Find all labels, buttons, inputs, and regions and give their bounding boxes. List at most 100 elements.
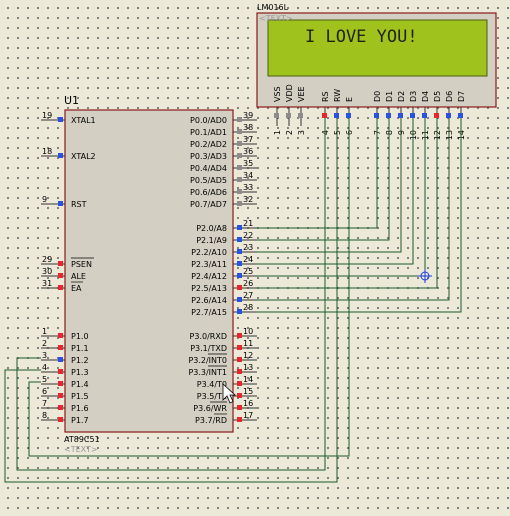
lcd-pin-1-number: 1 xyxy=(273,130,282,135)
mcu-pin-19-label: XTAL1 xyxy=(71,116,96,125)
lcd-pin-11-state xyxy=(422,113,427,118)
mcu-pin-3-state xyxy=(58,357,63,362)
lcd-pin-8-state xyxy=(386,113,391,118)
mcu-pin-5-state xyxy=(58,381,63,386)
mcu-pin-30-number: 30 xyxy=(42,267,52,276)
mcu-pin-12-number: 12 xyxy=(243,351,253,360)
mcu-pin-28-label: P2.7/A15 xyxy=(191,308,227,317)
mcu-pin-24-state xyxy=(237,261,242,266)
mcu-pin-21-label: P2.0/A8 xyxy=(196,224,227,233)
lcd-pin-2-number: 2 xyxy=(285,130,294,135)
mcu-pin-2-state xyxy=(58,345,63,350)
wire-p26-d6[interactable] xyxy=(257,118,450,301)
lcd-pin-13-label: D6 xyxy=(445,91,454,102)
lcd-pin-14-label: D7 xyxy=(457,91,466,102)
mcu-pin-2-number: 2 xyxy=(42,339,47,348)
lcd-pin-3-number: 3 xyxy=(297,130,306,135)
mcu-pin-35-state xyxy=(237,165,242,170)
mcu-pin-32-state xyxy=(237,201,242,206)
mcu-pin-29-number: 29 xyxy=(42,255,52,264)
mcu-pin-11-label: P3.1/TXD xyxy=(190,344,227,353)
mcu-pin-7-state xyxy=(58,405,63,410)
lcd-pin-4-state xyxy=(322,113,327,118)
mcu-pin-14-label: P3.4/T0 xyxy=(197,380,227,389)
mcu-pin-11-number: 11 xyxy=(243,339,253,348)
mcu-pin-9-state xyxy=(58,201,63,206)
mcu-pin-39-label: P0.0/AD0 xyxy=(190,116,227,125)
schematic-canvas[interactable]: U1 AT89C51 <TEXT> 19XTAL118XTAL29RST29PS… xyxy=(0,0,510,516)
lcd-pin-12-label: D5 xyxy=(433,91,442,102)
wire-p23-d3[interactable] xyxy=(257,118,414,265)
mcu-pin-5-label: P1.4 xyxy=(71,380,89,389)
wire-p21-d1[interactable] xyxy=(257,118,390,241)
lcd-pin-8-label: D1 xyxy=(385,91,394,102)
mcu-pin-30-label: ALE xyxy=(71,272,86,281)
mcu-pin-30-state xyxy=(58,273,63,278)
mcu-pin-12-label: P3.2/INT0 xyxy=(188,356,227,365)
mcu-pin-15-number: 15 xyxy=(243,387,253,396)
mcu-pin-19-number: 19 xyxy=(42,111,52,120)
mcu-pin-1-number: 1 xyxy=(42,327,47,336)
mcu-pin-37-number: 37 xyxy=(243,135,253,144)
lcd-pin-10-label: D3 xyxy=(409,91,418,102)
mcu-pin-17-state xyxy=(237,417,242,422)
mcu-pin-22-label: P2.1/A9 xyxy=(196,236,227,245)
mcu-pin-8-number: 8 xyxy=(42,411,47,420)
mcu-pin-23-label: P2.2/A10 xyxy=(191,248,227,257)
mcu-pin-25-label: P2.4/A12 xyxy=(191,272,227,281)
lcd-pin-1-label: VSS xyxy=(273,86,282,102)
mcu-pin-37-label: P0.2/AD2 xyxy=(190,140,227,149)
mcu-u1[interactable]: U1 AT89C51 <TEXT> 19XTAL118XTAL29RST29PS… xyxy=(41,94,257,454)
mcu-pin-34-state xyxy=(237,177,242,182)
mcu-pin-21-number: 21 xyxy=(243,219,253,228)
mcu-pin-6-number: 6 xyxy=(42,387,47,396)
lcd-pin-2-label: VDD xyxy=(285,84,294,102)
mcu-pin-21-state xyxy=(237,225,242,230)
mcu-pin-25-number: 25 xyxy=(243,267,253,276)
mcu-pin-22-state xyxy=(237,237,242,242)
lcd-pin-3-state xyxy=(298,113,303,118)
mcu-pin-4-label: P1.3 xyxy=(71,368,89,377)
mcu-pin-19-state xyxy=(58,117,63,122)
wire-p25-d5[interactable] xyxy=(257,118,438,289)
mcu-pin-18-state xyxy=(58,153,63,158)
mcu-pin-24-number: 24 xyxy=(243,255,253,264)
lcd-pin-14-state xyxy=(458,113,463,118)
mcu-pin-18-label: XTAL2 xyxy=(71,152,96,161)
wire-p22-d2[interactable] xyxy=(257,118,402,253)
mcu-pin-31-label: EA xyxy=(71,284,82,293)
mcu-pin-16-state xyxy=(237,405,242,410)
mcu-pin-26-label: P2.5/A13 xyxy=(191,284,227,293)
mcu-pin-12-state xyxy=(237,357,242,362)
mcu-pin-3-number: 3 xyxy=(42,351,47,360)
mcu-pin-2-label: P1.1 xyxy=(71,344,89,353)
mcu-pin-8-state xyxy=(58,417,63,422)
mcu-pin-35-number: 35 xyxy=(243,159,253,168)
lcd-pin-13-state xyxy=(446,113,451,118)
mcu-pin-27-state xyxy=(237,297,242,302)
lcd-pin-2-state xyxy=(286,113,291,118)
lcd-pin-11-label: D4 xyxy=(421,91,430,102)
mcu-pin-26-number: 26 xyxy=(243,279,253,288)
mcu-pin-38-label: P0.1/AD1 xyxy=(190,128,227,137)
mcu-pin-10-label: P3.0/RXD xyxy=(190,332,227,341)
lcd-pin-4-label: RS xyxy=(321,91,330,102)
mcu-pin-15-state xyxy=(237,393,242,398)
mcu-pin-1-label: P1.0 xyxy=(71,332,89,341)
lcd-pin-7-label: D0 xyxy=(373,91,382,102)
mcu-pin-38-number: 38 xyxy=(243,123,253,132)
wire-p27-d7[interactable] xyxy=(257,118,462,313)
mcu-ref-label: U1 xyxy=(64,94,79,107)
probe-marker[interactable] xyxy=(418,269,432,283)
mcu-pin-32-label: P0.7/AD7 xyxy=(190,200,227,209)
mcu-pin-27-number: 27 xyxy=(243,291,253,300)
mcu-pin-13-label: P3.3/INT1 xyxy=(188,368,227,377)
mcu-pin-16-number: 16 xyxy=(243,399,253,408)
mcu-pin-10-number: 10 xyxy=(243,327,253,336)
lcd-ref-label: LM016L xyxy=(257,3,289,12)
mcu-pin-33-label: P0.6/AD6 xyxy=(190,188,227,197)
mcu-pin-28-number: 28 xyxy=(243,303,253,312)
lcd-text-placeholder: <TEXT> xyxy=(259,14,293,23)
mcu-pin-16-label: P3.6/WR xyxy=(193,404,227,413)
mcu-pin-11-state xyxy=(237,345,242,350)
